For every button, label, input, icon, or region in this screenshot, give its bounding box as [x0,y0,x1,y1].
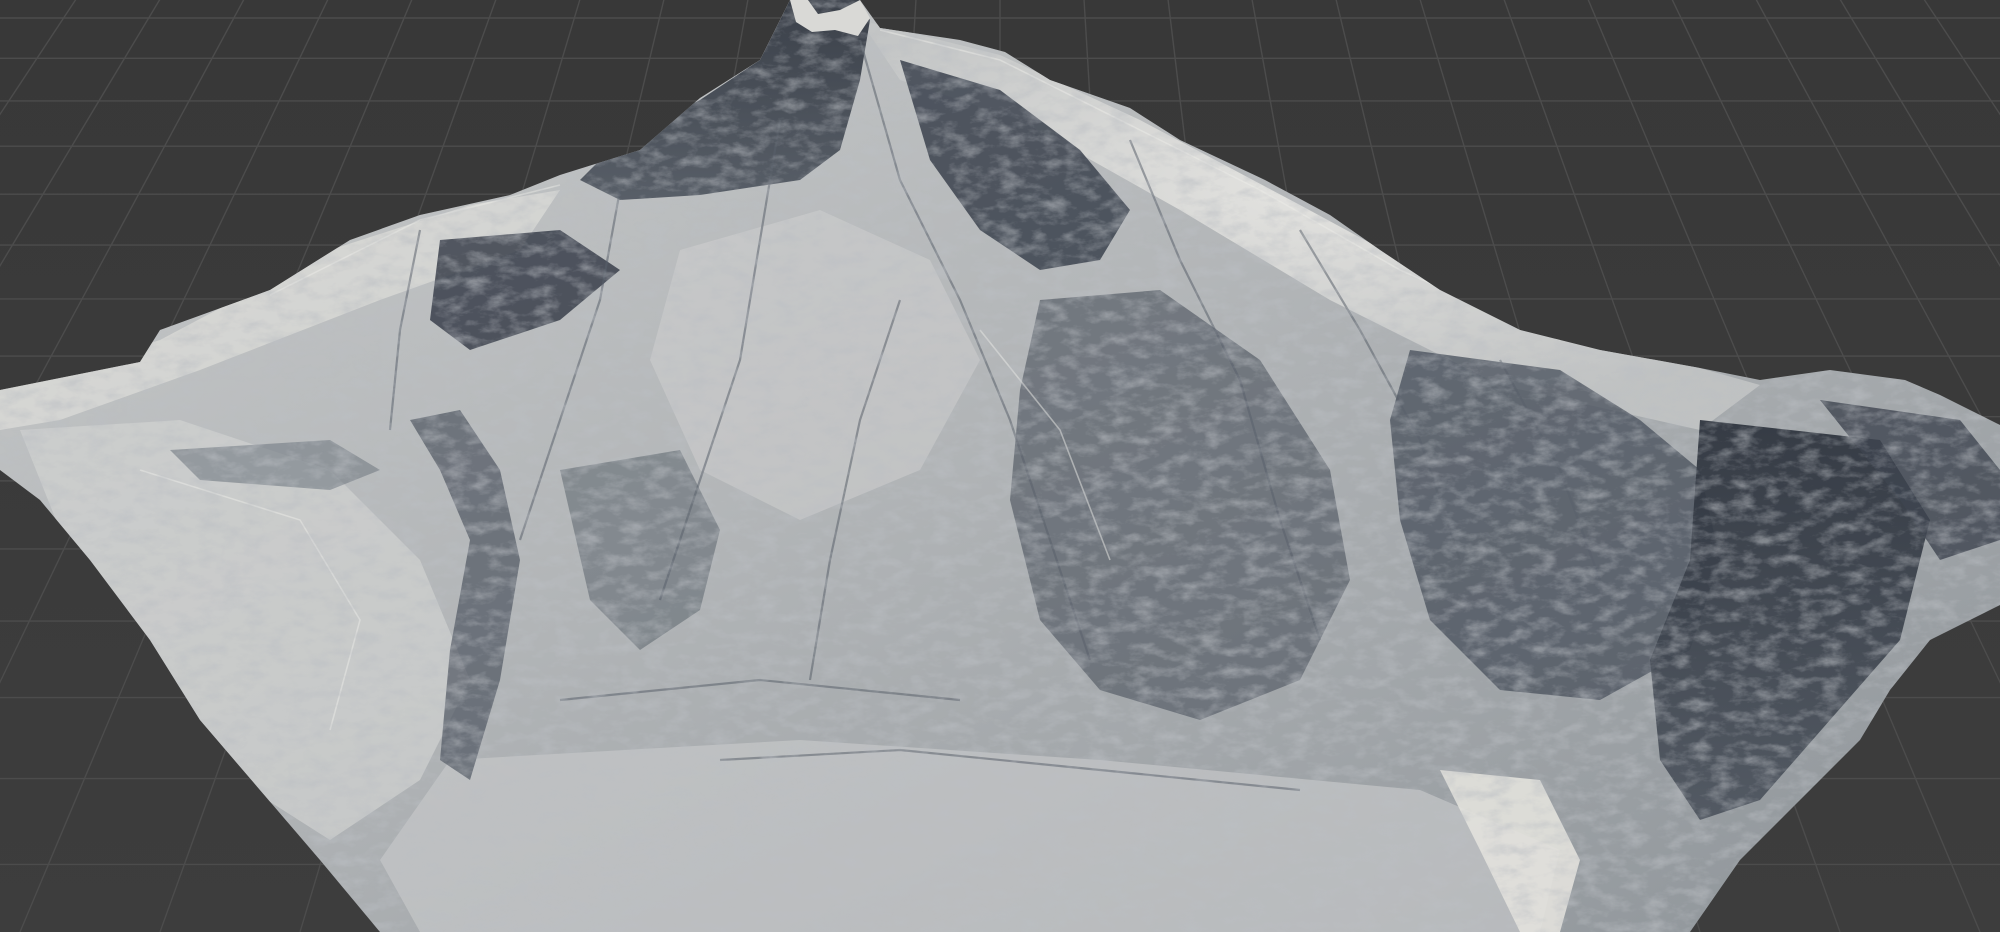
viewport-canvas[interactable] [0,0,2000,932]
3d-viewport[interactable] [0,0,2000,932]
